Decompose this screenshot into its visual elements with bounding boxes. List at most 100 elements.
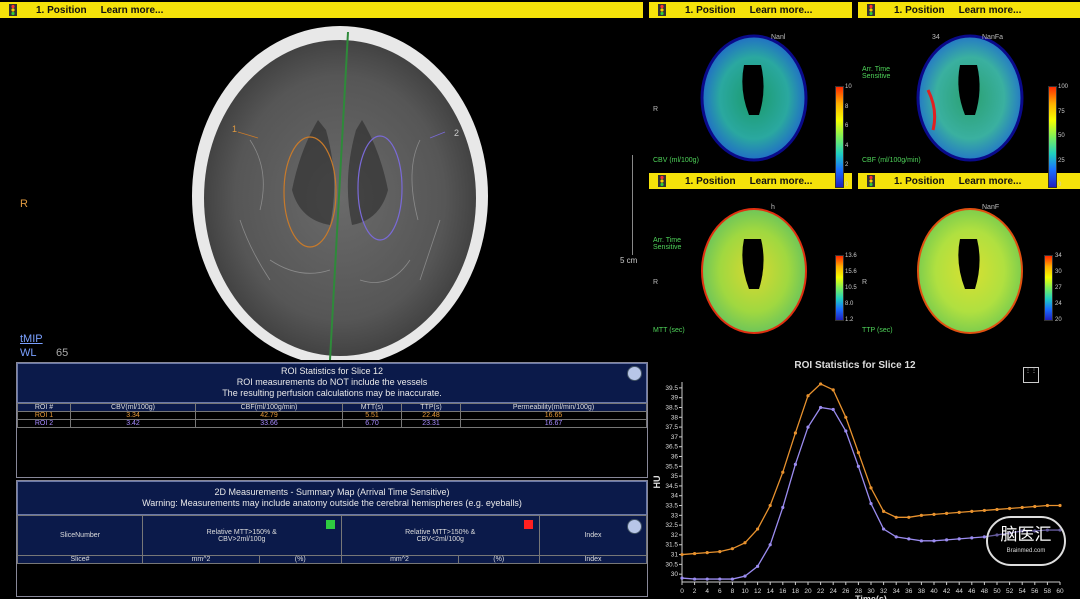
data-point xyxy=(743,541,747,545)
data-point xyxy=(869,486,873,490)
y-tick-label: 30 xyxy=(671,571,679,578)
x-tick-label: 0 xyxy=(680,588,684,595)
sub-slice: Slice# xyxy=(17,555,143,564)
data-point xyxy=(819,405,823,410)
learn-more-link[interactable]: Learn more... xyxy=(750,5,813,16)
y-tick-label: 31 xyxy=(671,552,679,559)
data-point xyxy=(831,388,835,392)
traffic-light-icon[interactable] xyxy=(6,4,20,16)
y-tick-label: 32 xyxy=(671,532,679,539)
data-point xyxy=(882,509,886,514)
data-point xyxy=(793,431,797,435)
traffic-light-icon[interactable] xyxy=(655,175,669,187)
data-point xyxy=(945,538,949,542)
data-point xyxy=(781,505,785,510)
data-point xyxy=(743,574,747,578)
cell: 3.42 xyxy=(70,419,196,428)
table-row[interactable]: ROI 2 3.42 33.66 6.70 23.31 16.67 xyxy=(17,419,647,428)
cell: 5.51 xyxy=(342,411,402,420)
data-point xyxy=(756,527,760,531)
x-tick-label: 44 xyxy=(956,588,964,595)
data-point xyxy=(705,550,709,555)
col-mtt: MTT(s) xyxy=(342,403,402,412)
roi-stats-warning: The resulting perfusion calculations may… xyxy=(222,388,442,398)
x-tick-label: 38 xyxy=(918,588,926,595)
x-tick-label: 52 xyxy=(1006,588,1014,595)
position-label: 1. Position xyxy=(36,4,87,16)
scale-ticks: 13.6 15.6 10.5 8.0 1.2 xyxy=(845,253,857,323)
summary-header: 2D Measurements - Summary Map (Arrival T… xyxy=(17,481,647,515)
map-cbf[interactable]: 34 NanFa Arr. Time Sensitive CBF (ml/100… xyxy=(858,20,1080,188)
traffic-light-icon[interactable] xyxy=(864,175,878,187)
col-roi: ROI # xyxy=(17,403,71,412)
y-tick-label: 38 xyxy=(671,414,679,421)
x-tick-label: 60 xyxy=(1056,588,1064,595)
data-point xyxy=(894,535,898,539)
y-axis-label: HU xyxy=(652,476,662,489)
data-point xyxy=(957,510,961,514)
sub-pct: (%) xyxy=(457,555,540,564)
map-side: R xyxy=(653,279,659,286)
data-point xyxy=(844,429,848,433)
learn-more-link[interactable]: Learn more... xyxy=(101,5,164,16)
toolbar-map2: 1. Position Learn more... xyxy=(858,2,1080,18)
x-tick-label: 58 xyxy=(1044,588,1052,595)
traffic-light-icon[interactable] xyxy=(655,4,669,16)
data-point xyxy=(945,511,949,515)
roi-stats-panel: ROI Statistics for Slice 12 ROI measurem… xyxy=(16,362,648,478)
position-label: 1. Position xyxy=(685,175,736,187)
map-caption: CBV (ml/100g) xyxy=(653,157,699,164)
cell: 6.70 xyxy=(342,419,402,428)
col-permeability: Permeability(ml/min/100g) xyxy=(460,403,647,412)
x-tick-label: 24 xyxy=(830,588,838,595)
cell: 16.67 xyxy=(460,419,647,428)
learn-more-link[interactable]: Learn more... xyxy=(959,5,1022,16)
position-label: 1. Position xyxy=(685,4,736,16)
x-tick-label: 20 xyxy=(804,588,812,595)
y-tick-label: 32.5 xyxy=(665,522,678,529)
settings-button[interactable] xyxy=(627,366,642,381)
col-ttp: TTP(s) xyxy=(401,403,461,412)
render-mode-link[interactable]: tMIP xyxy=(20,333,43,345)
cell: 3.34 xyxy=(70,411,196,420)
x-tick-label: 10 xyxy=(741,588,749,595)
ct-viewport[interactable]: 1 2 R tMIP WL 65 xyxy=(0,20,643,366)
y-tick-label: 38.5 xyxy=(665,404,678,411)
data-point xyxy=(932,539,936,543)
x-axis-label: Time(s) xyxy=(855,594,887,599)
watermark-logo: 脑医汇 Brainmed.com xyxy=(986,516,1066,566)
data-point xyxy=(957,537,961,541)
map-title: Nanl xyxy=(771,34,786,41)
data-point xyxy=(781,470,785,474)
wl-label: WL xyxy=(20,347,37,359)
map-mtt[interactable]: h Arr. Time Sensitive R MTT (sec) 13.6 15… xyxy=(649,191,857,346)
roi1-label: 1 xyxy=(232,124,238,134)
map-cbv[interactable]: Nanl R CBV (ml/100g) 10 8 6 4 2 0 xyxy=(649,20,852,188)
col-label: Relative MTT>150% & CBV>2ml/100g xyxy=(206,528,277,543)
roi-stats-header: ROI Statistics for Slice 12 ROI measurem… xyxy=(17,363,647,403)
roi2-label: 2 xyxy=(454,128,460,138)
wl-value: 65 xyxy=(56,347,69,359)
summary-panel: 2D Measurements - Summary Map (Arrival T… xyxy=(16,480,648,597)
summary-subheader-row: Slice# mm^2 (%) mm^2 (%) Index xyxy=(17,555,647,564)
traffic-light-icon[interactable] xyxy=(864,4,878,16)
data-point xyxy=(1058,503,1062,508)
roi-stats-note: ROI measurements do NOT include the vess… xyxy=(236,377,428,387)
x-tick-label: 12 xyxy=(754,588,762,595)
map-title: NanF xyxy=(982,204,1000,211)
position-label: 1. Position xyxy=(894,4,945,16)
summary-title: 2D Measurements - Summary Map (Arrival T… xyxy=(214,487,450,497)
x-tick-label: 34 xyxy=(893,588,901,595)
map-side: R xyxy=(862,279,868,286)
summary-header-row: SliceNumber Relative MTT>150% & CBV>2ml/… xyxy=(17,515,647,556)
learn-more-link[interactable]: Learn more... xyxy=(750,176,813,187)
learn-more-link[interactable]: Learn more... xyxy=(959,176,1022,187)
settings-button[interactable] xyxy=(627,519,642,534)
watermark-cn: 脑医汇 xyxy=(1000,525,1052,544)
map-ttp[interactable]: NanF R TTP (sec) 34 30 27 24 20 xyxy=(858,191,1080,346)
scale-label: 5 cm xyxy=(620,256,638,265)
map-side: R xyxy=(653,106,659,113)
map-image xyxy=(700,34,808,162)
table-row[interactable]: ROI 1 3.34 42.79 5.51 22.48 16.65 xyxy=(17,411,647,420)
x-tick-label: 26 xyxy=(842,588,850,595)
